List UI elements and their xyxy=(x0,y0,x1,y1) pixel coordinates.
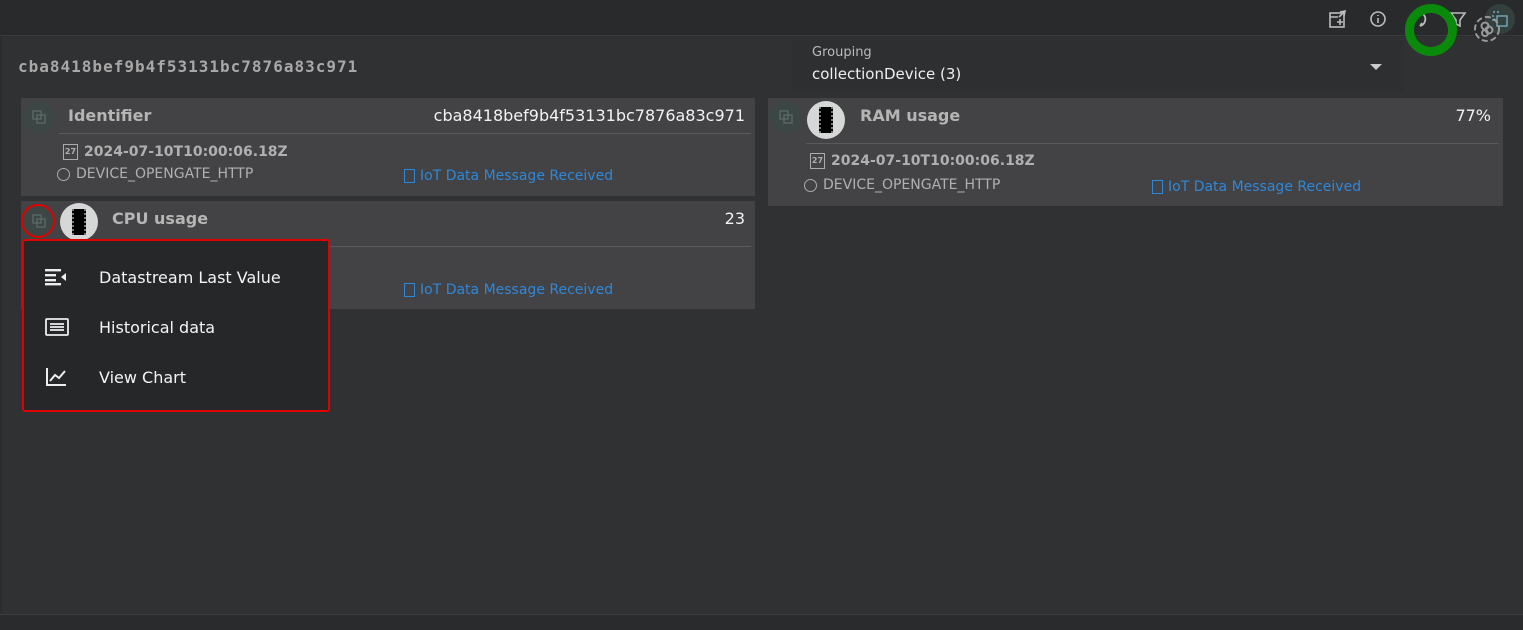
card-source: DEVICE_OPENGATE_HTTP xyxy=(57,166,253,182)
calendar-icon: 27 xyxy=(810,153,825,169)
device-id-title: cba8418bef9b4f53131bc7876a83c971 xyxy=(18,57,359,76)
card-menu-icon[interactable] xyxy=(23,101,55,133)
highlight-circle xyxy=(21,204,55,238)
card-title: Identifier xyxy=(68,106,152,125)
event-link[interactable]: IoT Data Message Received xyxy=(404,168,613,184)
event-link[interactable]: IoT Data Message Received xyxy=(404,282,613,298)
list-icon xyxy=(45,318,69,336)
card-title: RAM usage xyxy=(860,106,961,125)
file-info-icon xyxy=(1152,180,1163,194)
locate-target-icon[interactable] xyxy=(1470,12,1504,50)
datastream-card-ram: RAM usage 77% 27 2024-07-10T10:00:06.18Z … xyxy=(768,98,1503,206)
chip-icon xyxy=(60,203,98,241)
chevron-down-icon xyxy=(1370,64,1382,70)
export-icon[interactable] xyxy=(1325,6,1351,32)
calendar-icon: 27 xyxy=(63,144,78,160)
card-menu-icon[interactable] xyxy=(770,101,802,133)
card-date: 27 2024-07-10T10:00:06.18Z xyxy=(63,144,288,160)
status-ring-indicator xyxy=(1405,4,1457,56)
info-icon xyxy=(57,167,70,181)
card-source: DEVICE_OPENGATE_HTTP xyxy=(804,177,1000,193)
menu-item-historical-data[interactable]: Historical data xyxy=(24,305,328,349)
file-info-icon xyxy=(404,169,415,183)
top-toolbar xyxy=(0,0,1523,36)
divider xyxy=(59,133,751,134)
feedback-info-icon[interactable] xyxy=(1365,6,1391,32)
event-link[interactable]: IoT Data Message Received xyxy=(1152,179,1361,195)
card-value: 23 xyxy=(724,209,745,228)
bottom-bar xyxy=(0,614,1523,630)
card-value: 77% xyxy=(1455,106,1491,125)
card-date: 27 2024-07-10T10:00:06.18Z xyxy=(810,153,1035,169)
grouping-value: collectionDevice (3) xyxy=(812,65,962,83)
info-icon xyxy=(804,178,817,192)
grouping-label: Grouping xyxy=(812,45,872,60)
card-value: cba8418bef9b4f53131bc7876a83c971 xyxy=(433,106,745,125)
grouping-select[interactable]: Grouping collectionDevice (3) xyxy=(792,40,1404,92)
card-title: CPU usage xyxy=(112,209,209,228)
chart-icon xyxy=(46,368,66,386)
datastream-context-menu: Datastream Last Value Historical data Vi… xyxy=(22,239,330,412)
menu-item-last-value[interactable]: Datastream Last Value xyxy=(24,255,328,299)
file-info-icon xyxy=(404,283,415,297)
last-value-icon xyxy=(45,269,66,286)
chip-icon xyxy=(807,101,845,139)
menu-item-view-chart[interactable]: View Chart xyxy=(24,355,328,399)
datastream-card-identifier: Identifier cba8418bef9b4f53131bc7876a83c… xyxy=(21,98,755,196)
divider xyxy=(806,143,1499,144)
